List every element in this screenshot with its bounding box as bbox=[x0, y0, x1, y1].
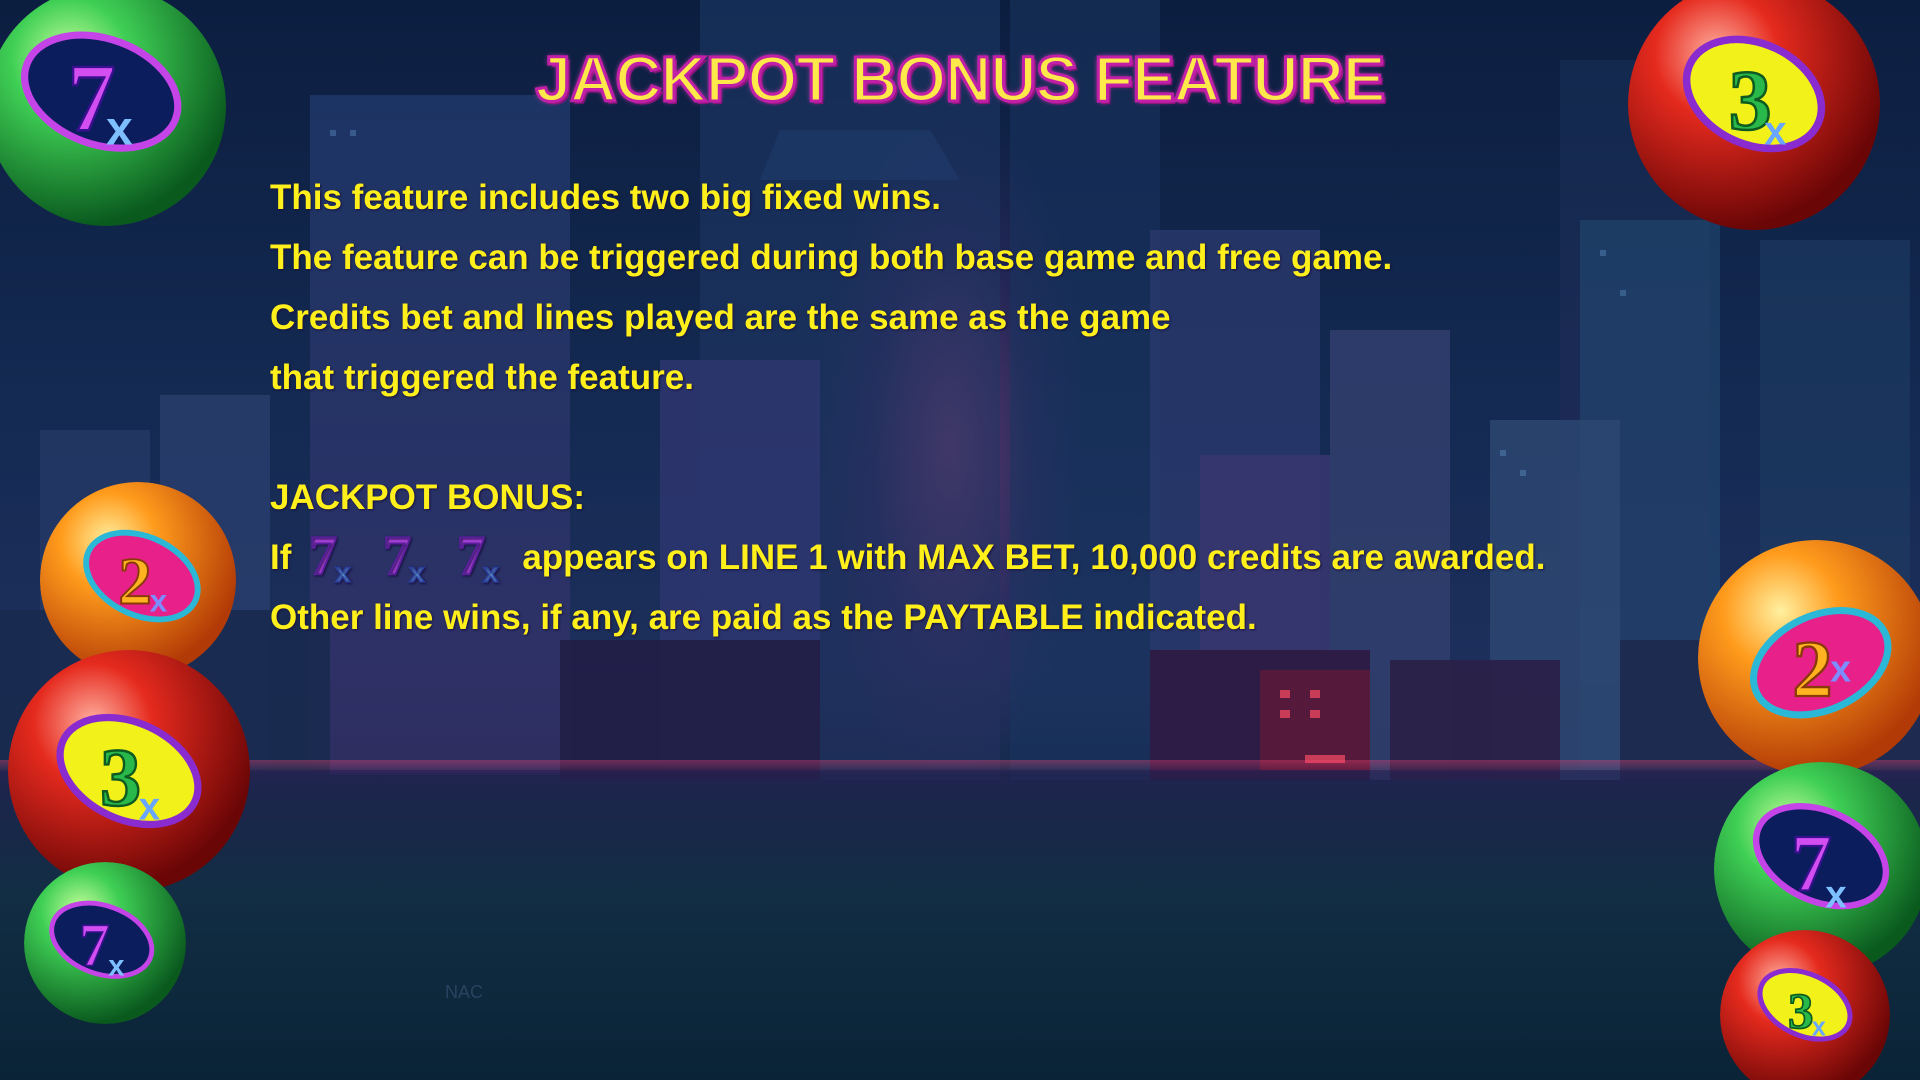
svg-text:x: x bbox=[1825, 874, 1847, 917]
svg-text:x: x bbox=[335, 557, 351, 586]
inline-seven-x-symbols: 7 x 7 x 7 x bbox=[301, 526, 522, 586]
jackpot-rule-suffix: appears on LINE 1 with MAX BET, 10,000 c… bbox=[522, 538, 1546, 577]
svg-text:2: 2 bbox=[1792, 625, 1832, 714]
two-x-ball-icon: 2 x bbox=[40, 482, 236, 678]
svg-text:x: x bbox=[1764, 107, 1787, 153]
seven-x-ball-icon: 7 x bbox=[24, 862, 186, 1024]
intro-line: The feature can be triggered during both… bbox=[270, 238, 1393, 277]
reflection-text: NAC bbox=[445, 982, 484, 1002]
seven-x-symbol-icon: 7 x bbox=[382, 526, 426, 586]
svg-text:x: x bbox=[1812, 1013, 1826, 1041]
svg-text:x: x bbox=[108, 950, 124, 982]
intro-line: Credits bet and lines played are the sam… bbox=[270, 298, 1171, 337]
svg-text:3: 3 bbox=[1788, 985, 1814, 1041]
svg-text:7: 7 bbox=[457, 526, 485, 586]
jackpot-rule-line: If 7 x 7 x 7 x appears on LINE 1 with MA… bbox=[270, 526, 1650, 588]
svg-text:7: 7 bbox=[383, 526, 411, 586]
svg-text:7: 7 bbox=[309, 526, 337, 586]
jackpot-rule-prefix: If bbox=[270, 538, 292, 577]
svg-text:x: x bbox=[409, 557, 425, 586]
svg-text:x: x bbox=[139, 785, 161, 828]
svg-text:x: x bbox=[150, 583, 168, 618]
intro-line: that triggered the feature. bbox=[270, 358, 694, 397]
jackpot-heading: JACKPOT BONUS: bbox=[270, 478, 586, 517]
two-x-ball-icon: 2 x bbox=[1698, 540, 1920, 776]
seven-x-symbol-icon: 7 x bbox=[308, 526, 352, 586]
svg-text:2: 2 bbox=[118, 546, 151, 619]
water-reflection bbox=[0, 770, 1920, 1080]
three-x-ball-icon: 3 x bbox=[8, 650, 250, 892]
paytable-screen: NAC JACKPOT BONUS FEATURE This feature i… bbox=[0, 0, 1920, 1080]
seven-x-symbol-icon: 7 x bbox=[456, 526, 500, 586]
svg-text:x: x bbox=[483, 557, 499, 586]
feature-description: This feature includes two big fixed wins… bbox=[270, 168, 1650, 648]
svg-text:3: 3 bbox=[100, 732, 141, 823]
svg-text:x: x bbox=[1830, 648, 1851, 690]
other-wins-line: Other line wins, if any, are paid as the… bbox=[270, 598, 1257, 637]
svg-text:7: 7 bbox=[79, 912, 110, 980]
intro-line: This feature includes two big fixed wins… bbox=[270, 178, 941, 217]
svg-text:x: x bbox=[106, 102, 133, 155]
